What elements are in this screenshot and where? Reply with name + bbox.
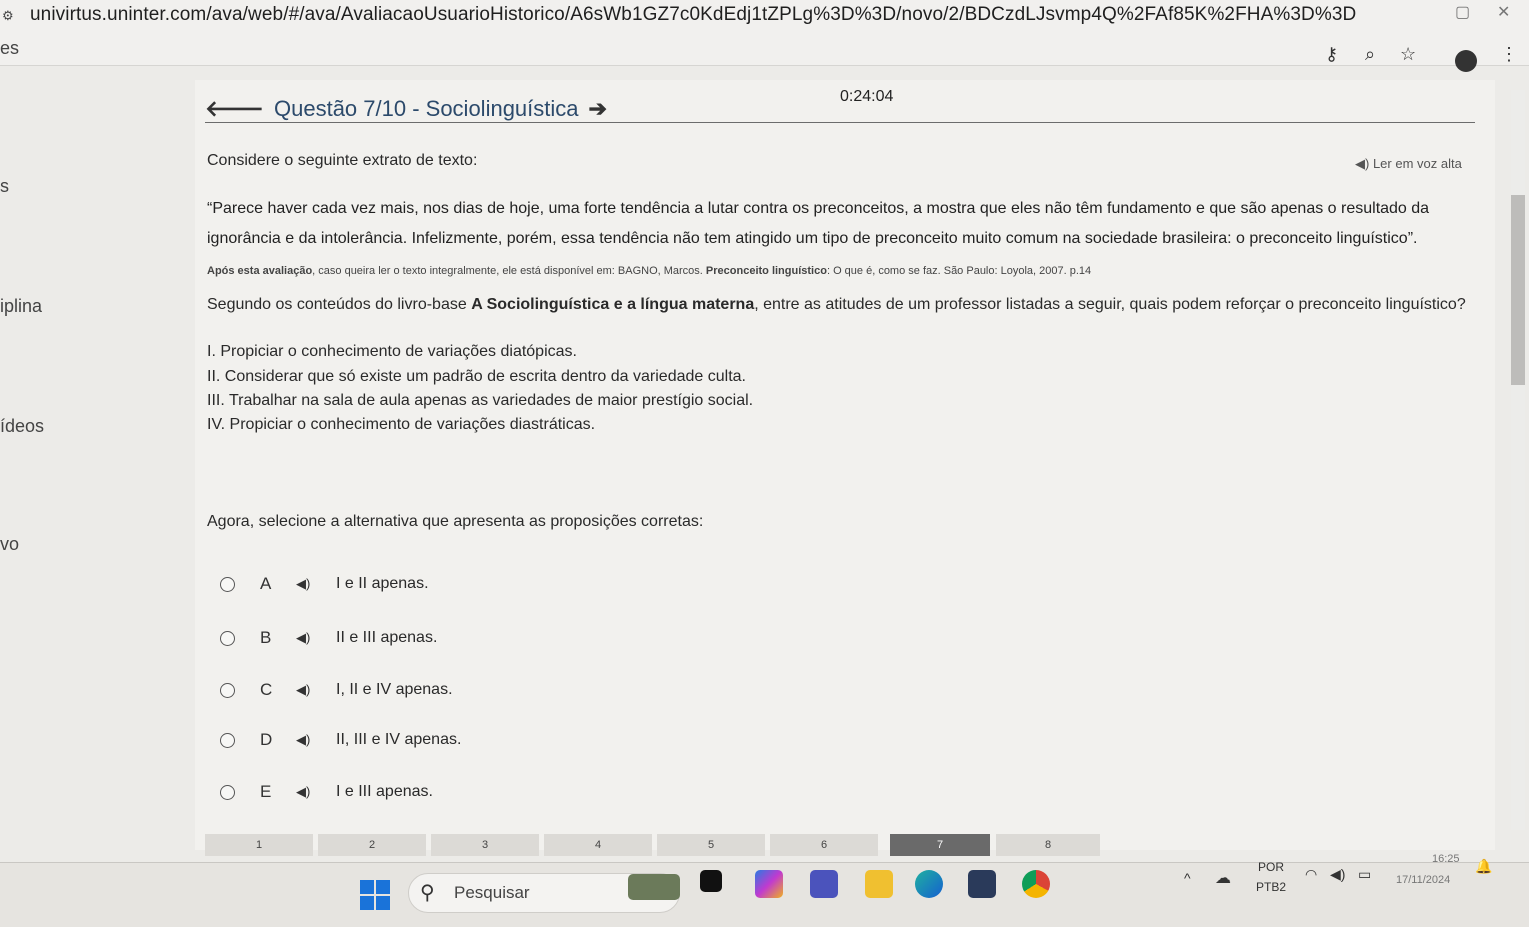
option-text: I e III apenas. — [336, 783, 433, 800]
proposition-3: III. Trabalhar na sala de aula apenas as… — [207, 392, 754, 409]
source-citation: Após esta avaliação, caso queira ler o t… — [207, 265, 1091, 277]
tray-chevron-up-icon[interactable]: ^ — [1184, 870, 1191, 886]
question-nav-7[interactable]: 7 — [890, 834, 990, 856]
read-aloud-button[interactable]: ◀) Ler em voz alta — [1355, 156, 1462, 172]
edge-browser-icon[interactable] — [915, 870, 943, 898]
option-text: I e II apenas. — [336, 575, 429, 592]
bookmark-star-icon[interactable]: ☆ — [1400, 44, 1416, 65]
zoom-icon[interactable]: ⌕ — [1365, 44, 1375, 65]
teams-icon[interactable] — [810, 870, 838, 898]
sidebar-item-fragment[interactable]: vo — [0, 534, 19, 555]
widgets-landscape-icon[interactable] — [628, 874, 680, 900]
answer-option-b[interactable]: B ◀) II e III apenas. — [220, 626, 437, 650]
notification-bell-icon[interactable]: 🔔 — [1475, 858, 1492, 875]
question-nav-4[interactable]: 4 — [544, 834, 652, 856]
source-rest: , caso queira ler o texto integralmente,… — [312, 265, 706, 277]
speaker-icon[interactable]: ◀) — [296, 576, 310, 592]
answer-option-c[interactable]: C ◀) I, II e IV apenas. — [220, 678, 453, 702]
password-key-icon[interactable]: ⚷ — [1325, 44, 1338, 65]
clock-time[interactable]: 16:25 — [1432, 853, 1460, 865]
question-statement: Segundo os conteúdos do livro-base A Soc… — [207, 296, 1466, 314]
site-settings-icon[interactable]: ⚙ — [2, 8, 24, 26]
input-language[interactable]: POR — [1258, 860, 1284, 874]
option-letter: B — [260, 628, 272, 647]
quote-line-1: “Parece haver cada vez mais, nos dias de… — [207, 200, 1430, 217]
radio-button[interactable] — [220, 576, 235, 592]
speaker-icon[interactable]: ◀) — [296, 784, 310, 800]
chrome-icon[interactable] — [1022, 870, 1050, 898]
menu-kebab-icon[interactable]: ⋮ — [1500, 44, 1518, 65]
copilot-icon[interactable] — [755, 870, 783, 898]
instruction-text: Agora, selecione a alternativa que apres… — [207, 513, 704, 530]
battery-icon[interactable]: ▭ — [1358, 866, 1371, 883]
taskbar-search-placeholder[interactable]: Pesquisar — [454, 883, 530, 903]
question-title: Questão 7/10 - Sociolinguística — [274, 96, 579, 121]
next-question-arrow-icon[interactable]: ➔ — [589, 96, 607, 122]
exam-timer: 0:24:04 — [840, 88, 894, 105]
sidebar-item-disciplina[interactable]: iplina — [0, 296, 42, 317]
option-letter: D — [260, 730, 273, 749]
answer-option-a[interactable]: A ◀) I e II apenas. — [220, 572, 429, 596]
sidebar-fragment[interactable]: es — [0, 38, 19, 59]
question-nav-2[interactable]: 2 — [318, 834, 426, 856]
radio-button[interactable] — [220, 682, 235, 698]
option-letter: C — [260, 680, 273, 699]
question-nav-3[interactable]: 3 — [431, 834, 539, 856]
wifi-icon[interactable]: ◠ — [1305, 866, 1317, 883]
radio-button[interactable] — [220, 784, 235, 800]
speaker-icon: ◀) — [1355, 156, 1370, 171]
option-text: I, II e IV apenas. — [336, 681, 453, 698]
profile-avatar[interactable] — [1455, 50, 1477, 72]
windows-start-icon[interactable] — [360, 880, 390, 910]
question-nav-6[interactable]: 6 — [770, 834, 878, 856]
keyboard-layout[interactable]: PTB2 — [1256, 880, 1286, 894]
speaker-icon[interactable]: ◀) — [296, 732, 310, 748]
question-book: A Sociolinguística e a língua materna — [471, 296, 755, 313]
option-letter: A — [260, 574, 272, 593]
tray-cloud-icon[interactable]: ☁ — [1215, 868, 1231, 888]
proposition-1: I. Propiciar o conhecimento de variações… — [207, 343, 577, 360]
address-bar-url[interactable]: univirtus.uninter.com/ava/web/#/ava/Aval… — [30, 4, 1356, 26]
option-text: II, III e IV apenas. — [336, 731, 462, 748]
option-letter: E — [260, 782, 272, 801]
question-nav-5[interactable]: 5 — [657, 834, 765, 856]
file-explorer-icon[interactable] — [865, 870, 893, 898]
radio-button[interactable] — [220, 732, 235, 748]
sidebar-item-videos[interactable]: ídeos — [0, 416, 44, 437]
question-pre: Segundo os conteúdos do livro-base — [207, 296, 472, 313]
radio-button[interactable] — [220, 630, 235, 646]
question-nav-1[interactable]: 1 — [205, 834, 313, 856]
speaker-icon[interactable]: ◀) — [296, 682, 310, 698]
close-window-icon[interactable]: ✕ — [1497, 2, 1510, 22]
question-nav-8[interactable]: 8 — [996, 834, 1100, 856]
quote-line-2: ignorância e da intolerância. Infelizmen… — [207, 230, 1418, 247]
store-icon[interactable] — [968, 870, 996, 898]
read-aloud-label: Ler em voz alta — [1372, 156, 1462, 171]
proposition-2: II. Considerar que só existe um padrão d… — [207, 368, 746, 385]
source-book: Preconceito linguístico — [705, 265, 827, 277]
source-tail: : O que é, como se faz. São Paulo: Loyol… — [826, 265, 1092, 277]
header-divider — [205, 122, 1475, 123]
answer-option-d[interactable]: D ◀) II, III e IV apenas. — [220, 728, 461, 752]
volume-icon[interactable]: ◀) — [1330, 866, 1345, 883]
speaker-icon[interactable]: ◀) — [296, 630, 310, 646]
search-icon: ⚲ — [420, 882, 435, 904]
proposition-4: IV. Propiciar o conhecimento de variaçõe… — [207, 416, 596, 433]
clock-date[interactable]: 17/11/2024 — [1396, 874, 1450, 886]
source-bold: Após esta avaliação — [207, 265, 313, 277]
question-post: , entre as atitudes de um professor list… — [754, 296, 1466, 313]
previous-question-arrow-icon[interactable]: 🡐 — [205, 96, 264, 122]
sidebar-fragment[interactable]: s — [0, 176, 9, 197]
question-header: 🡐 Questão 7/10 - Sociolinguística ➔ — [205, 96, 607, 122]
option-text: II e III apenas. — [336, 629, 438, 646]
scrollbar-thumb[interactable] — [1511, 195, 1525, 385]
restore-window-icon[interactable]: ▢ — [1455, 2, 1470, 22]
question-prompt: Considere o seguinte extrato de texto: — [207, 152, 478, 169]
app-black-icon[interactable] — [700, 870, 722, 892]
answer-option-e[interactable]: E ◀) I e III apenas. — [220, 780, 433, 804]
